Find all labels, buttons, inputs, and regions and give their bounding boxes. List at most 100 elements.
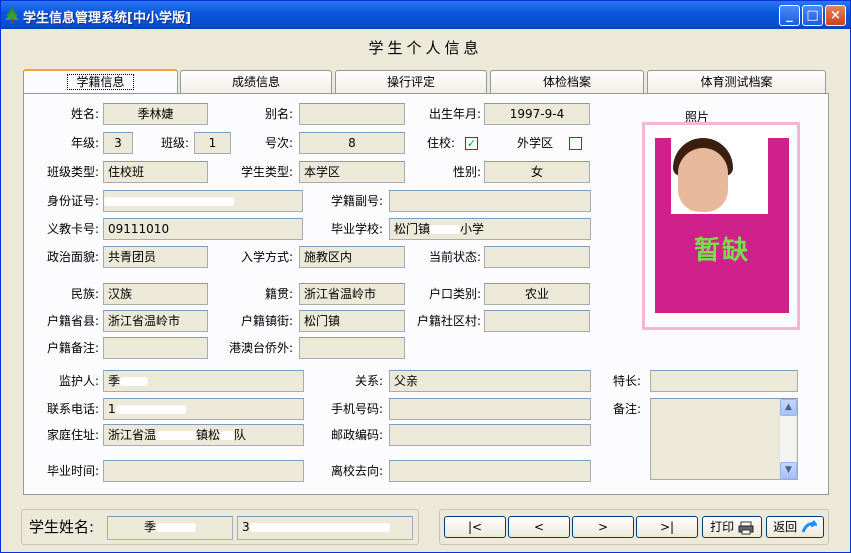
hukou-type-field[interactable]: 农业	[484, 283, 590, 305]
print-button[interactable]: 打印	[702, 516, 762, 538]
prev-record-button[interactable]: <	[508, 516, 570, 538]
tab-strip: 学籍信息 成绩信息 操行评定 体检档案 体育测试档案	[23, 69, 829, 95]
printer-icon	[738, 521, 754, 534]
hukou-note-field[interactable]	[103, 337, 208, 359]
back-arrow-icon	[801, 519, 819, 533]
student-id-value: 3	[242, 520, 250, 534]
grad-school-field[interactable]: 松门镇 小学	[389, 218, 591, 240]
hukou-town-label: 户籍镇街:	[240, 314, 293, 328]
student-name-display: 季	[107, 516, 233, 540]
birth-label: 出生年月:	[428, 107, 481, 121]
title-bar: 学生信息管理系统[中小学版] _ □ ×	[1, 1, 850, 29]
alias-field[interactable]	[299, 103, 405, 125]
student-name-label: 学生姓名:	[29, 518, 95, 536]
edu-card-label: 义教卡号:	[46, 222, 99, 236]
class-field[interactable]: 1	[194, 132, 231, 154]
grade-label: 年级:	[70, 136, 99, 150]
hukou-province-field[interactable]: 浙江省温岭市	[103, 310, 208, 332]
postal-field[interactable]	[389, 424, 591, 446]
boarding-checkbox[interactable]: ✓	[465, 137, 478, 150]
gender-field[interactable]: 女	[484, 161, 590, 183]
remark-label: 备注:	[612, 402, 641, 416]
back-label: 返回	[773, 520, 798, 534]
student-type-label: 学生类型:	[240, 165, 293, 179]
student-name-value: 季	[143, 520, 156, 534]
hukou-town-field[interactable]: 松门镇	[299, 310, 405, 332]
class-type-label: 班级类型:	[46, 165, 99, 179]
photo-frame[interactable]: 暂缺	[642, 122, 800, 330]
tab-health[interactable]: 体检档案	[490, 70, 644, 94]
entry-field[interactable]: 施教区内	[299, 246, 405, 268]
grad-time-field[interactable]	[103, 460, 304, 482]
tab-fitness[interactable]: 体育测试档案	[647, 70, 826, 94]
hk-macau-field[interactable]	[299, 337, 405, 359]
mobile-label: 手机号码:	[330, 402, 383, 416]
mobile-field[interactable]	[389, 398, 591, 420]
address-part-b: 镇松	[196, 428, 221, 442]
hukou-note-label: 户籍备注:	[46, 341, 99, 355]
tab-label: 学籍信息	[67, 74, 134, 90]
boarding-label: 住校:	[426, 136, 455, 150]
redaction	[120, 377, 149, 386]
redaction	[249, 523, 390, 532]
redaction	[156, 431, 197, 440]
seat-label: 号次:	[264, 136, 293, 150]
back-button[interactable]: 返回	[766, 516, 824, 538]
maximize-button[interactable]: □	[802, 5, 823, 26]
main-window: 学生信息管理系统[中小学版] _ □ × 学生个人信息 学籍信息 成绩信息 操行…	[0, 0, 851, 553]
status-field[interactable]	[484, 246, 590, 268]
tab-enrollment[interactable]: 学籍信息	[23, 69, 178, 95]
birth-field[interactable]: 1997-9-4	[484, 103, 590, 125]
portrait-face	[678, 148, 728, 212]
seat-field[interactable]: 8	[299, 132, 405, 154]
address-field[interactable]: 浙江省温 镇松队	[103, 424, 304, 446]
redaction	[104, 197, 234, 206]
outside-district-checkbox[interactable]	[569, 137, 582, 150]
political-field[interactable]: 共青团员	[103, 246, 208, 268]
photo-placeholder: 暂缺	[655, 138, 789, 313]
native-place-field[interactable]: 浙江省温岭市	[299, 283, 405, 305]
last-record-button[interactable]: >|	[636, 516, 698, 538]
hk-macau-label: 港澳台侨外:	[228, 341, 293, 355]
next-record-button[interactable]: >	[572, 516, 634, 538]
political-label: 政治面貌:	[46, 250, 99, 264]
redaction	[115, 405, 186, 414]
class-label: 班级:	[160, 136, 189, 150]
leave-field[interactable]	[389, 460, 591, 482]
scroll-down-icon[interactable]: ▼	[780, 462, 797, 479]
phone-field[interactable]: 1	[103, 398, 304, 420]
first-record-button[interactable]: |<	[444, 516, 506, 538]
relation-label: 关系:	[354, 374, 383, 388]
hukou-community-label: 户籍社区村:	[416, 314, 481, 328]
outside-district-label: 外学区	[516, 136, 553, 150]
name-field[interactable]: 季林婕	[103, 103, 208, 125]
id-number-field[interactable]	[103, 190, 303, 212]
grade-field[interactable]: 3	[103, 132, 133, 154]
hukou-community-field[interactable]	[484, 310, 590, 332]
relation-field[interactable]: 父亲	[389, 370, 591, 392]
ethnicity-label: 民族:	[70, 287, 99, 301]
class-type-field[interactable]: 住校班	[103, 161, 208, 183]
portrait-image	[671, 138, 768, 214]
id-number-label: 身份证号:	[46, 194, 99, 208]
talent-label: 特长:	[612, 374, 641, 388]
tab-conduct[interactable]: 操行评定	[335, 70, 487, 94]
phone-value: 1	[108, 402, 116, 416]
guardian-value: 季	[108, 374, 121, 388]
guardian-label: 监护人:	[58, 374, 99, 388]
remark-textarea[interactable]	[650, 398, 798, 480]
close-button[interactable]: ×	[825, 5, 846, 26]
tab-grades[interactable]: 成绩信息	[180, 70, 332, 94]
ethnicity-field[interactable]: 汉族	[103, 283, 208, 305]
remark-scrollbar[interactable]: ▲ ▼	[779, 399, 797, 479]
redaction	[430, 225, 461, 234]
edu-card-field[interactable]: 09111010	[103, 218, 303, 240]
guardian-field[interactable]: 季	[103, 370, 304, 392]
tree-icon	[5, 7, 19, 24]
sub-number-field[interactable]	[389, 190, 591, 212]
talent-field[interactable]	[650, 370, 798, 392]
student-type-field[interactable]: 本学区	[299, 161, 405, 183]
entry-label: 入学方式:	[240, 250, 293, 264]
scroll-up-icon[interactable]: ▲	[780, 399, 797, 416]
minimize-button[interactable]: _	[779, 5, 800, 26]
